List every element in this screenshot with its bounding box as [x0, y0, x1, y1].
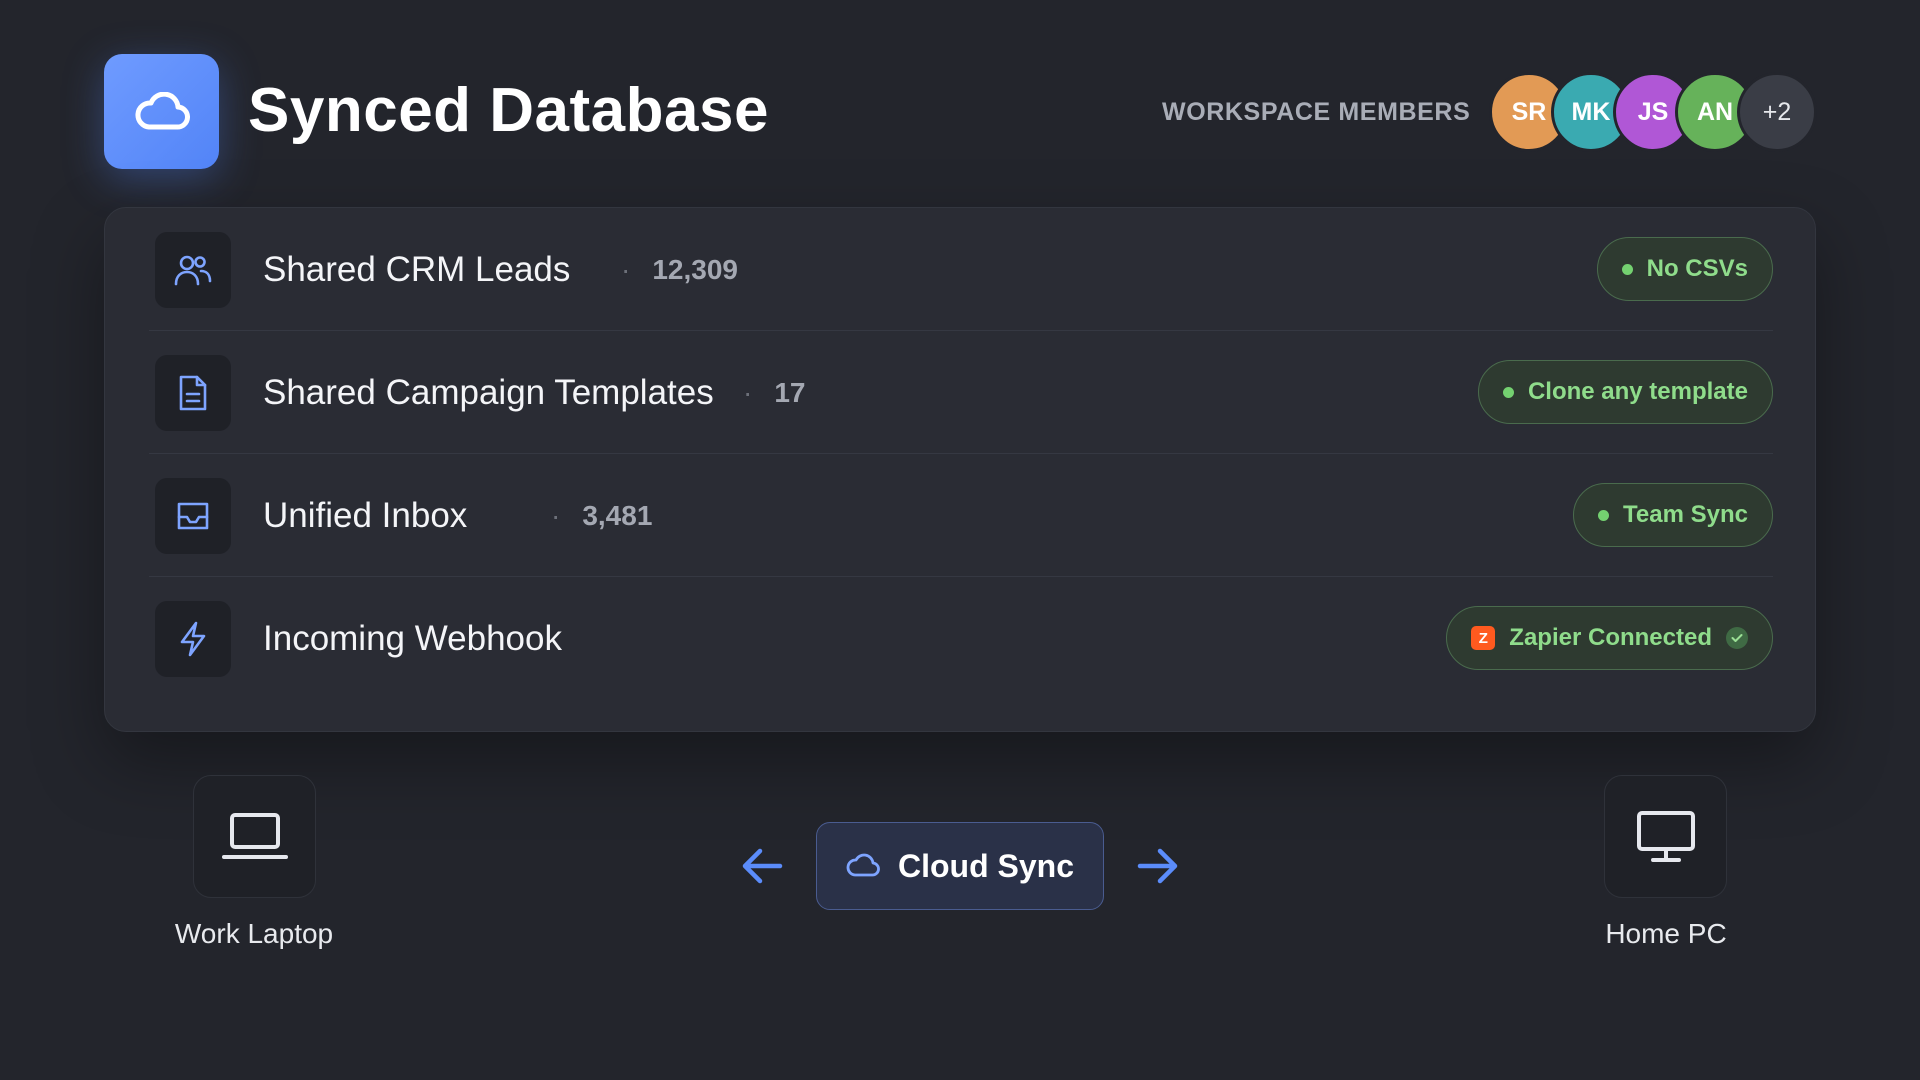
- app-icon: [104, 54, 219, 169]
- status-badge: Clone any template: [1477, 360, 1773, 424]
- home-pc-device[interactable]: [1604, 775, 1727, 898]
- more-members-avatar[interactable]: +2: [1737, 72, 1817, 152]
- row-icon: [155, 478, 231, 554]
- status-dot-icon: [1621, 263, 1633, 275]
- zapier-logo-icon: Z: [1471, 626, 1496, 650]
- status-dot-icon: [1502, 386, 1514, 398]
- cloud-icon: [846, 853, 880, 879]
- row-title: Shared Campaign Templates: [263, 373, 714, 412]
- work-laptop-device[interactable]: [193, 775, 316, 898]
- row-title: Unified Inbox: [263, 496, 468, 535]
- row-icon: [155, 232, 231, 308]
- users-icon: [174, 255, 212, 286]
- cloud-sync-label: Cloud Sync: [897, 847, 1074, 884]
- arrow-right-icon: [1137, 848, 1178, 884]
- list-item[interactable]: Incoming Webhook Z Zapier Connected: [149, 577, 1773, 700]
- desktop-icon: [1636, 810, 1695, 862]
- row-icon: [155, 601, 231, 677]
- lightning-icon: [180, 621, 206, 657]
- status-badge: No CSVs: [1596, 237, 1773, 301]
- status-badge: Team Sync: [1573, 483, 1773, 547]
- inbox-icon: [177, 502, 209, 530]
- cloud-icon: [135, 91, 190, 129]
- laptop-icon: [221, 812, 288, 859]
- row-count: · 12,309: [621, 254, 738, 285]
- row-icon: [155, 355, 231, 431]
- list-item[interactable]: Shared CRM Leads · 12,309 No CSVs: [149, 208, 1773, 331]
- page-title: Synced Database: [248, 76, 769, 145]
- list-item[interactable]: Shared Campaign Templates · 17 Clone any …: [149, 331, 1773, 454]
- status-dot-icon: [1598, 509, 1610, 521]
- workspace-members-label: WORKSPACE MEMBERS: [1162, 98, 1471, 126]
- work-laptop-label: Work Laptop: [174, 918, 334, 949]
- row-title: Incoming Webhook: [263, 619, 562, 658]
- row-count: · 17: [743, 377, 806, 408]
- check-icon: [1726, 627, 1748, 649]
- row-count: · 3,481: [551, 500, 653, 531]
- row-title: Shared CRM Leads: [263, 250, 571, 289]
- synced-sources-card: Shared CRM Leads · 12,309 No CSVs Shared …: [104, 207, 1816, 732]
- home-pc-label: Home PC: [1605, 918, 1727, 949]
- page: Synced Database WORKSPACE MEMBERS SR MK …: [0, 0, 1920, 1080]
- cloud-sync-button[interactable]: Cloud Sync: [816, 822, 1104, 910]
- document-icon: [179, 375, 207, 411]
- list-item[interactable]: Unified Inbox · 3,481 Team Sync: [149, 454, 1773, 577]
- integration-badge[interactable]: Z Zapier Connected: [1446, 606, 1773, 670]
- arrow-left-icon: [742, 848, 783, 884]
